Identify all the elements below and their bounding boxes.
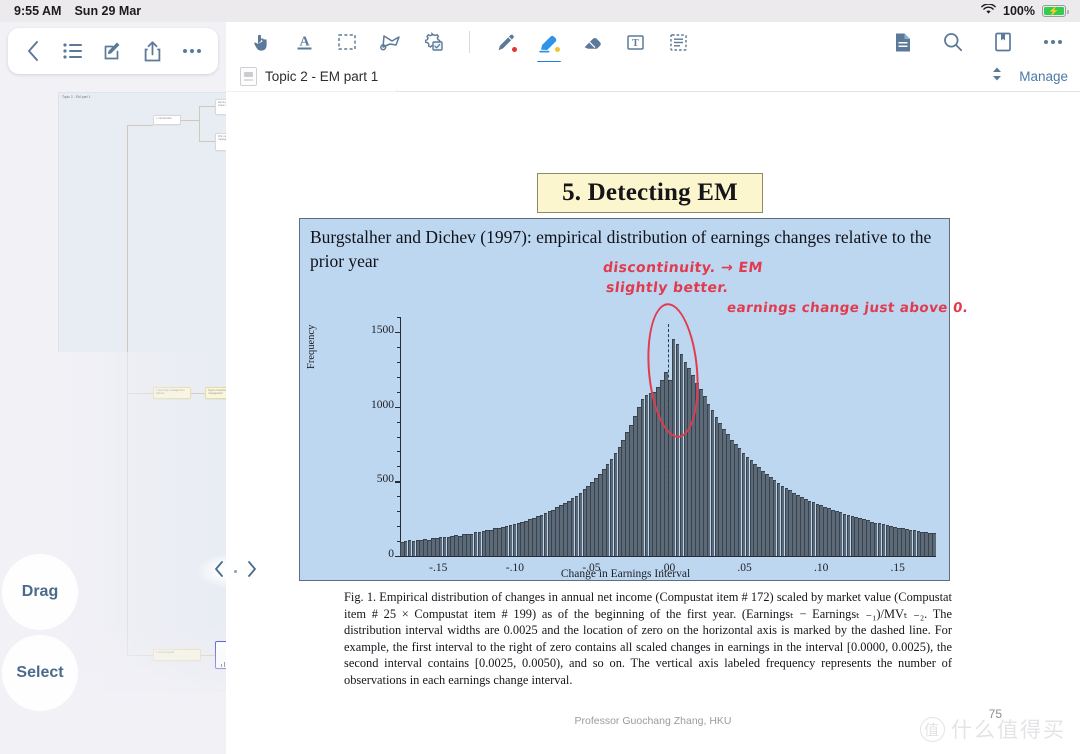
ipad-screen: 9:55 AM Sun 29 Mar 100% ⚡ Topic 2 - EM p… — [0, 0, 1080, 754]
nav-dot-icon — [233, 569, 237, 573]
toolbar-divider — [469, 31, 470, 53]
figure-caption: Fig. 1. Empirical distribution of change… — [344, 590, 952, 687]
mindmap-title: Topic 2 - EM part 1 — [62, 95, 91, 99]
watermark-text: 什么值得买 — [951, 719, 1066, 742]
more-button[interactable] — [177, 36, 207, 66]
share-button[interactable] — [138, 36, 168, 66]
chevron-left-icon[interactable] — [214, 560, 224, 582]
bookmark-button[interactable] — [990, 28, 1016, 56]
hand-tool[interactable] — [248, 28, 274, 56]
manage-link[interactable]: Manage — [1019, 69, 1068, 84]
y-tick-label: 1500 — [371, 323, 394, 336]
pen-tool[interactable] — [493, 28, 519, 56]
highlighter-tool[interactable] — [536, 28, 562, 63]
lasso-tool[interactable] — [377, 28, 403, 56]
chevron-right-icon[interactable] — [247, 560, 257, 582]
svg-text:A: A — [299, 35, 310, 50]
y-axis-line — [400, 317, 402, 557]
status-bar: 9:55 AM Sun 29 Mar 100% ⚡ — [0, 0, 1080, 22]
wifi-icon — [981, 3, 996, 18]
back-button[interactable] — [19, 36, 49, 66]
text-box-tool[interactable]: T — [622, 28, 648, 56]
histogram-bar — [932, 533, 936, 556]
document-panel: A T Topic 2 - EM part 1 Manage 5. Detect… — [226, 22, 1080, 754]
annotation-slightly-better: slightly better. — [605, 280, 730, 296]
tab-label: Topic 2 - EM part 1 — [265, 69, 379, 84]
list-button[interactable] — [58, 36, 88, 66]
tab-bar: Topic 2 - EM part 1 Manage — [226, 62, 1080, 92]
shape-settings-tool[interactable] — [420, 28, 446, 56]
battery-charging-icon: ⚡ — [1042, 5, 1069, 17]
y-tick-label: 500 — [376, 473, 394, 486]
tab-topic-2-em-part-1[interactable]: Topic 2 - EM part 1 — [226, 62, 397, 92]
x-axis-line — [400, 556, 936, 558]
mindmap-thumbnail[interactable]: Topic 2 - EM part 1 1. Introduction Earn… — [58, 92, 226, 692]
select-button[interactable]: Select — [2, 635, 78, 711]
annotation-earnings-change: earnings change just above 0. — [726, 300, 970, 316]
status-right: 100% ⚡ — [981, 3, 1069, 18]
more-options-button[interactable] — [1040, 28, 1066, 56]
y-tick-label: 0 — [388, 548, 394, 560]
x-axis-label: Change in Earnings Interval — [560, 568, 691, 580]
pen-color-dot — [512, 47, 517, 52]
svg-text:T: T — [632, 38, 639, 49]
select-rectangle-tool[interactable] — [334, 28, 360, 56]
left-toolbar — [8, 28, 218, 74]
up-down-chevron-icon[interactable] — [991, 66, 1003, 87]
status-time: 9:55 AM — [14, 4, 62, 18]
tab-bar-actions: Manage — [991, 66, 1068, 87]
figure-box: Burgstalher and Dichev (1997): empirical… — [299, 218, 969, 581]
select-button-label: Select — [16, 664, 64, 681]
slide-page: 5. Detecting EM Burgstalher and Dichev (… — [226, 93, 1080, 754]
slide-title: 5. Detecting EM — [537, 173, 763, 213]
watermark: 值 什么值得买 — [920, 714, 1066, 744]
edit-button[interactable] — [98, 36, 128, 66]
drag-button-label: Drag — [21, 583, 59, 600]
document-toolbar: A T — [226, 22, 1080, 63]
status-left: 9:55 AM Sun 29 Mar — [14, 4, 141, 18]
watermark-mark: 值 — [920, 716, 945, 742]
annotation-tools: A T — [226, 28, 691, 63]
annotation-discontinuity: discontinuity. → EM — [602, 260, 764, 276]
highlighter-color-dot — [555, 47, 560, 52]
page-view-button[interactable] — [890, 28, 916, 56]
y-axis-label: Frequency — [306, 324, 317, 369]
document-thumbnail-icon — [240, 67, 257, 86]
search-button[interactable] — [940, 28, 966, 56]
sticky-note-tool[interactable] — [665, 28, 691, 56]
left-panel: Topic 2 - EM part 1 1. Introduction Earn… — [0, 22, 226, 754]
status-date: Sun 29 Mar — [74, 4, 142, 18]
eraser-tool[interactable] — [579, 28, 605, 56]
drag-button[interactable]: Drag — [2, 554, 78, 630]
y-tick-label: 1000 — [371, 398, 394, 411]
page-nav-control[interactable] — [196, 553, 274, 589]
document-actions — [890, 28, 1066, 56]
battery-percent-label: 100% — [1003, 4, 1035, 18]
text-underline-tool[interactable]: A — [291, 28, 317, 56]
